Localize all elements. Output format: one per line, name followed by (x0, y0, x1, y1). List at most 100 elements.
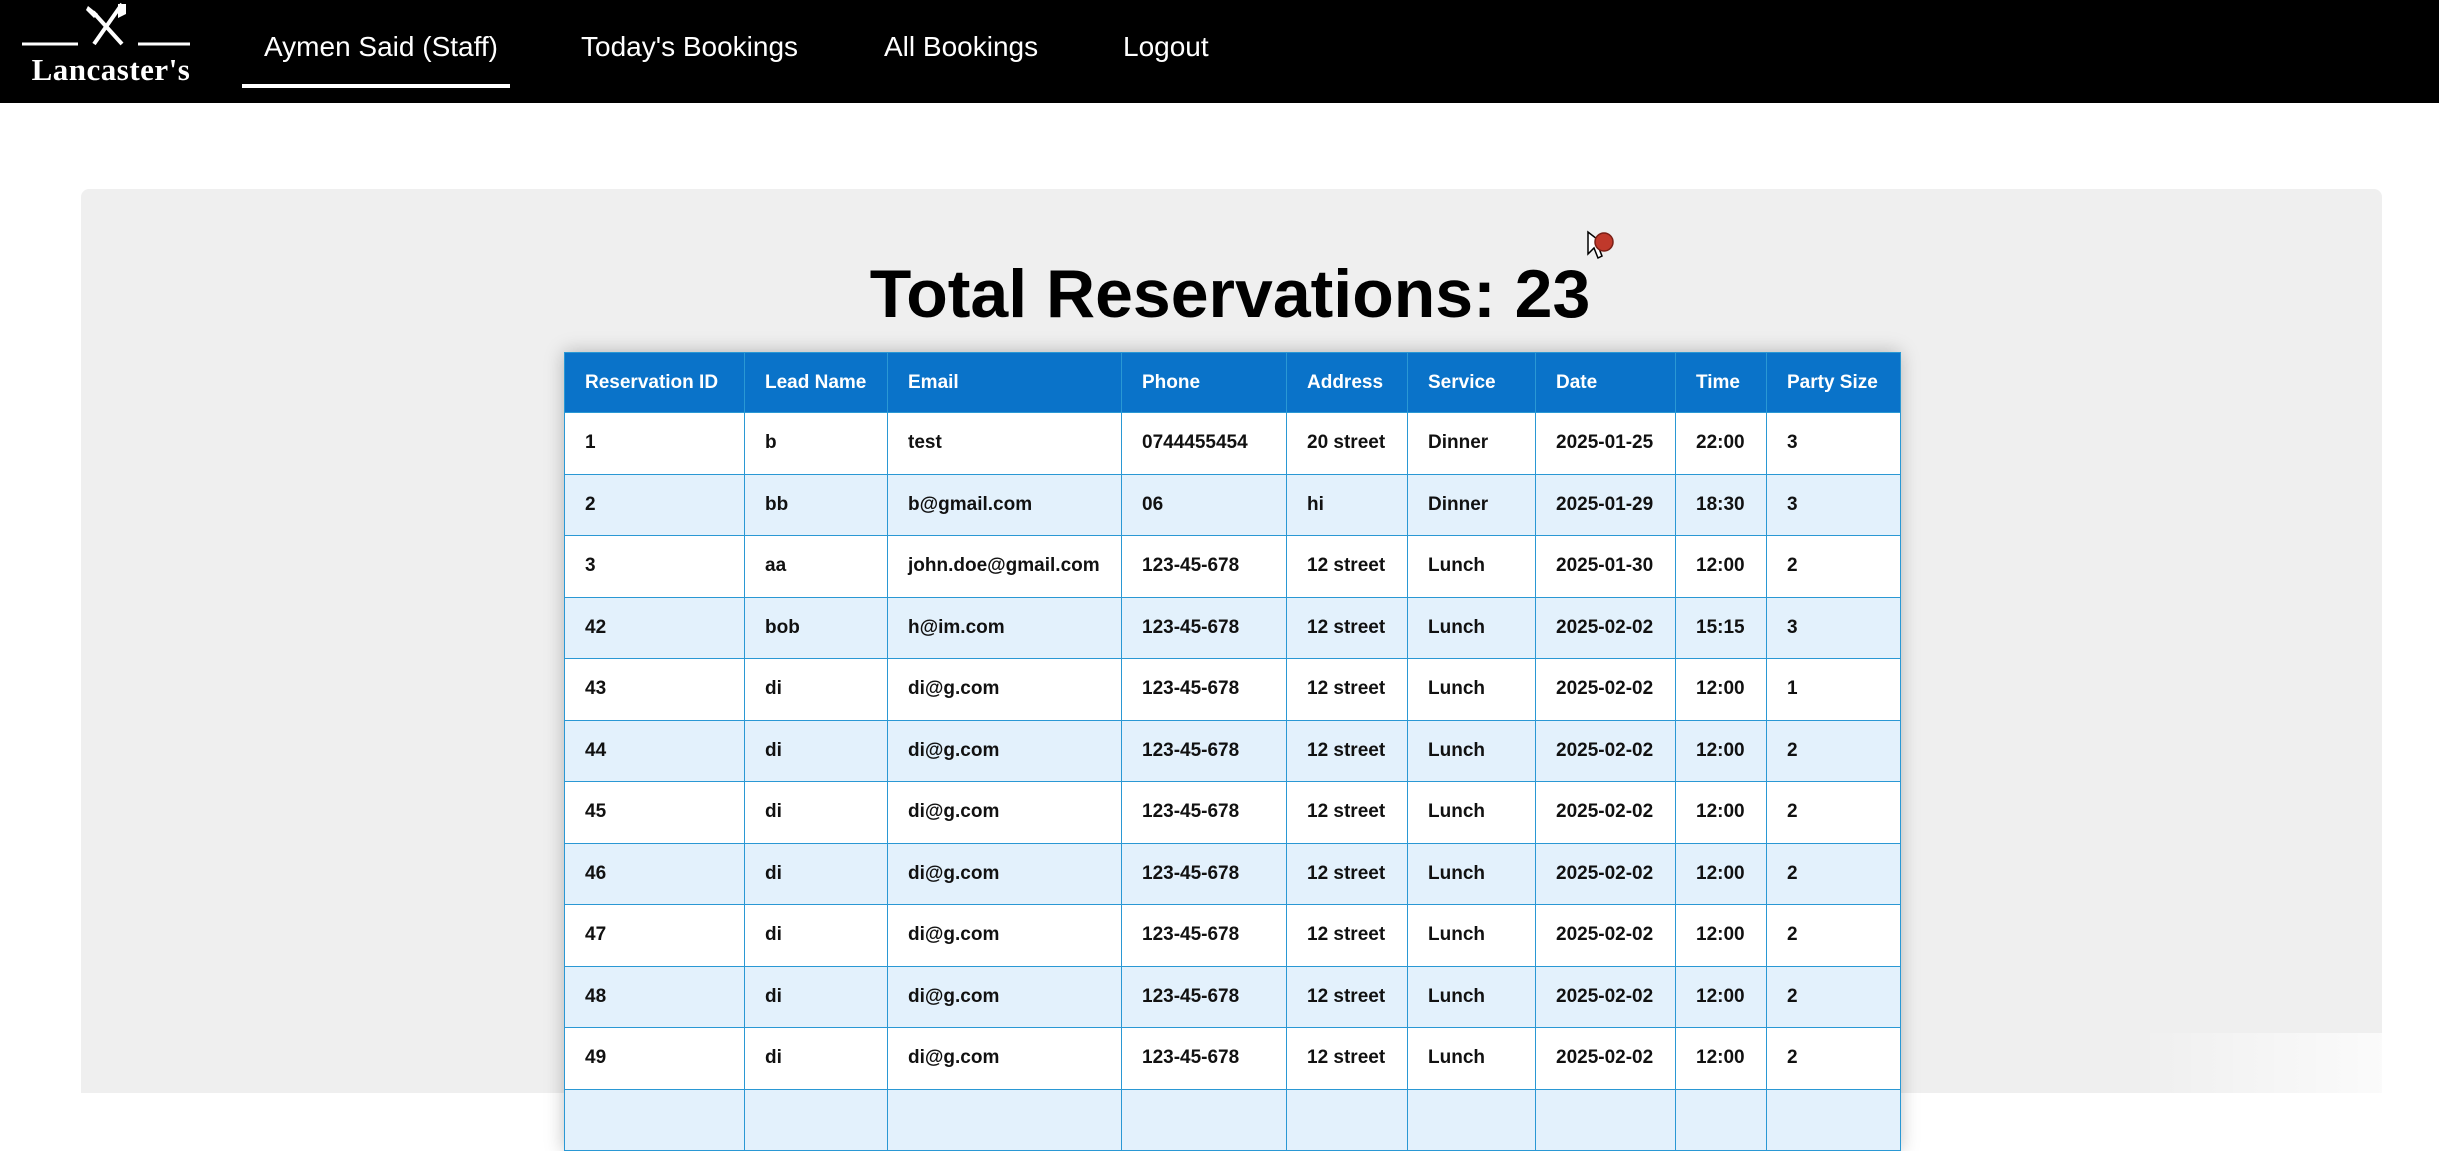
cell-date: 2025-01-30 (1536, 536, 1676, 598)
cell-service (1408, 1089, 1536, 1151)
cell-phone: 123-45-678 (1122, 782, 1287, 844)
col-header-party-size[interactable]: Party Size (1767, 353, 1901, 413)
table-row[interactable]: 43didi@g.com123-45-67812 streetLunch2025… (565, 659, 1901, 721)
reservations-table-container: Reservation ID Lead Name Email Phone Add… (564, 352, 1900, 1151)
cell-phone: 123-45-678 (1122, 659, 1287, 721)
table-row[interactable]: 48didi@g.com123-45-67812 streetLunch2025… (565, 966, 1901, 1028)
table-row[interactable] (565, 1089, 1901, 1151)
cell-time: 12:00 (1676, 720, 1767, 782)
col-header-email[interactable]: Email (888, 353, 1122, 413)
cell-address: 12 street (1287, 1028, 1408, 1090)
cell-reservation-id: 48 (565, 966, 745, 1028)
cell-service: Dinner (1408, 474, 1536, 536)
cell-email: di@g.com (888, 659, 1122, 721)
nav-logout[interactable]: Logout (1123, 30, 1209, 64)
cell-lead-name: di (745, 843, 888, 905)
cell-time: 18:30 (1676, 474, 1767, 536)
col-header-reservation-id[interactable]: Reservation ID (565, 353, 745, 413)
cell-email: di@g.com (888, 720, 1122, 782)
table-row[interactable]: 49didi@g.com123-45-67812 streetLunch2025… (565, 1028, 1901, 1090)
page-title: Total Reservations: 23 (0, 256, 2439, 332)
cell-lead-name: bb (745, 474, 888, 536)
cell-phone: 123-45-678 (1122, 966, 1287, 1028)
cell-date: 2025-02-02 (1536, 782, 1676, 844)
nav-all-bookings[interactable]: All Bookings (884, 30, 1038, 64)
table-row[interactable]: 1btest074445545420 streetDinner2025-01-2… (565, 413, 1901, 475)
cell-date: 2025-01-29 (1536, 474, 1676, 536)
col-header-phone[interactable]: Phone (1122, 353, 1287, 413)
cell-lead-name (745, 1089, 888, 1151)
col-header-date[interactable]: Date (1536, 353, 1676, 413)
col-header-service[interactable]: Service (1408, 353, 1536, 413)
cell-reservation-id: 49 (565, 1028, 745, 1090)
cell-phone: 123-45-678 (1122, 720, 1287, 782)
table-row[interactable]: 45didi@g.com123-45-67812 streetLunch2025… (565, 782, 1901, 844)
cell-phone: 123-45-678 (1122, 1028, 1287, 1090)
cell-time: 12:00 (1676, 1028, 1767, 1090)
cell-date: 2025-02-02 (1536, 597, 1676, 659)
cell-time: 12:00 (1676, 843, 1767, 905)
col-header-address[interactable]: Address (1287, 353, 1408, 413)
cell-address: 12 street (1287, 597, 1408, 659)
col-header-time[interactable]: Time (1676, 353, 1767, 413)
cell-party-size: 2 (1767, 536, 1901, 598)
cell-reservation-id: 46 (565, 843, 745, 905)
table-row[interactable]: 46didi@g.com123-45-67812 streetLunch2025… (565, 843, 1901, 905)
cell-time: 22:00 (1676, 413, 1767, 475)
cell-reservation-id (565, 1089, 745, 1151)
table-row[interactable]: 3aajohn.doe@gmail.com123-45-67812 street… (565, 536, 1901, 598)
cell-party-size: 3 (1767, 413, 1901, 475)
brand-logo[interactable]: Lancaster's (18, 0, 196, 103)
cell-address: 12 street (1287, 782, 1408, 844)
top-navbar: Lancaster's Aymen Said (Staff) Today's B… (0, 0, 2439, 103)
cell-lead-name: di (745, 966, 888, 1028)
cell-service: Lunch (1408, 720, 1536, 782)
cell-party-size: 2 (1767, 843, 1901, 905)
brand-name: Lancaster's (26, 52, 196, 88)
cell-lead-name: bob (745, 597, 888, 659)
col-header-lead-name[interactable]: Lead Name (745, 353, 888, 413)
table-row[interactable]: 44didi@g.com123-45-67812 streetLunch2025… (565, 720, 1901, 782)
cell-phone: 123-45-678 (1122, 597, 1287, 659)
cell-email: b@gmail.com (888, 474, 1122, 536)
cell-service: Lunch (1408, 782, 1536, 844)
cell-party-size: 2 (1767, 720, 1901, 782)
cell-lead-name: di (745, 782, 888, 844)
cell-reservation-id: 47 (565, 905, 745, 967)
cell-date: 2025-02-02 (1536, 966, 1676, 1028)
cell-time: 15:15 (1676, 597, 1767, 659)
cursor-icon (1584, 228, 1618, 262)
cell-lead-name: di (745, 659, 888, 721)
cell-address: 12 street (1287, 536, 1408, 598)
reservations-table: Reservation ID Lead Name Email Phone Add… (564, 352, 1901, 1151)
table-row[interactable]: 42bobh@im.com123-45-67812 streetLunch202… (565, 597, 1901, 659)
cell-phone: 123-45-678 (1122, 536, 1287, 598)
nav-todays-bookings[interactable]: Today's Bookings (581, 30, 798, 64)
cell-email: test (888, 413, 1122, 475)
cell-party-size: 1 (1767, 659, 1901, 721)
cell-email: di@g.com (888, 843, 1122, 905)
cell-party-size: 3 (1767, 597, 1901, 659)
cell-address: 12 street (1287, 843, 1408, 905)
cell-party-size: 2 (1767, 905, 1901, 967)
cell-service: Dinner (1408, 413, 1536, 475)
cell-time: 12:00 (1676, 659, 1767, 721)
cell-phone: 123-45-678 (1122, 905, 1287, 967)
cell-email: di@g.com (888, 966, 1122, 1028)
cell-phone: 0744455454 (1122, 413, 1287, 475)
cell-email (888, 1089, 1122, 1151)
cell-lead-name: b (745, 413, 888, 475)
table-row[interactable]: 2bbb@gmail.com06hiDinner2025-01-2918:303 (565, 474, 1901, 536)
cell-reservation-id: 42 (565, 597, 745, 659)
cell-date (1536, 1089, 1676, 1151)
table-row[interactable]: 47didi@g.com123-45-67812 streetLunch2025… (565, 905, 1901, 967)
cell-party-size: 2 (1767, 782, 1901, 844)
cell-service: Lunch (1408, 659, 1536, 721)
cell-reservation-id: 1 (565, 413, 745, 475)
nav-staff-profile[interactable]: Aymen Said (Staff) (264, 30, 498, 64)
window-edge-shadow (2139, 1033, 2439, 1093)
cell-reservation-id: 3 (565, 536, 745, 598)
cell-email: di@g.com (888, 1028, 1122, 1090)
cell-reservation-id: 44 (565, 720, 745, 782)
cell-party-size: 3 (1767, 474, 1901, 536)
